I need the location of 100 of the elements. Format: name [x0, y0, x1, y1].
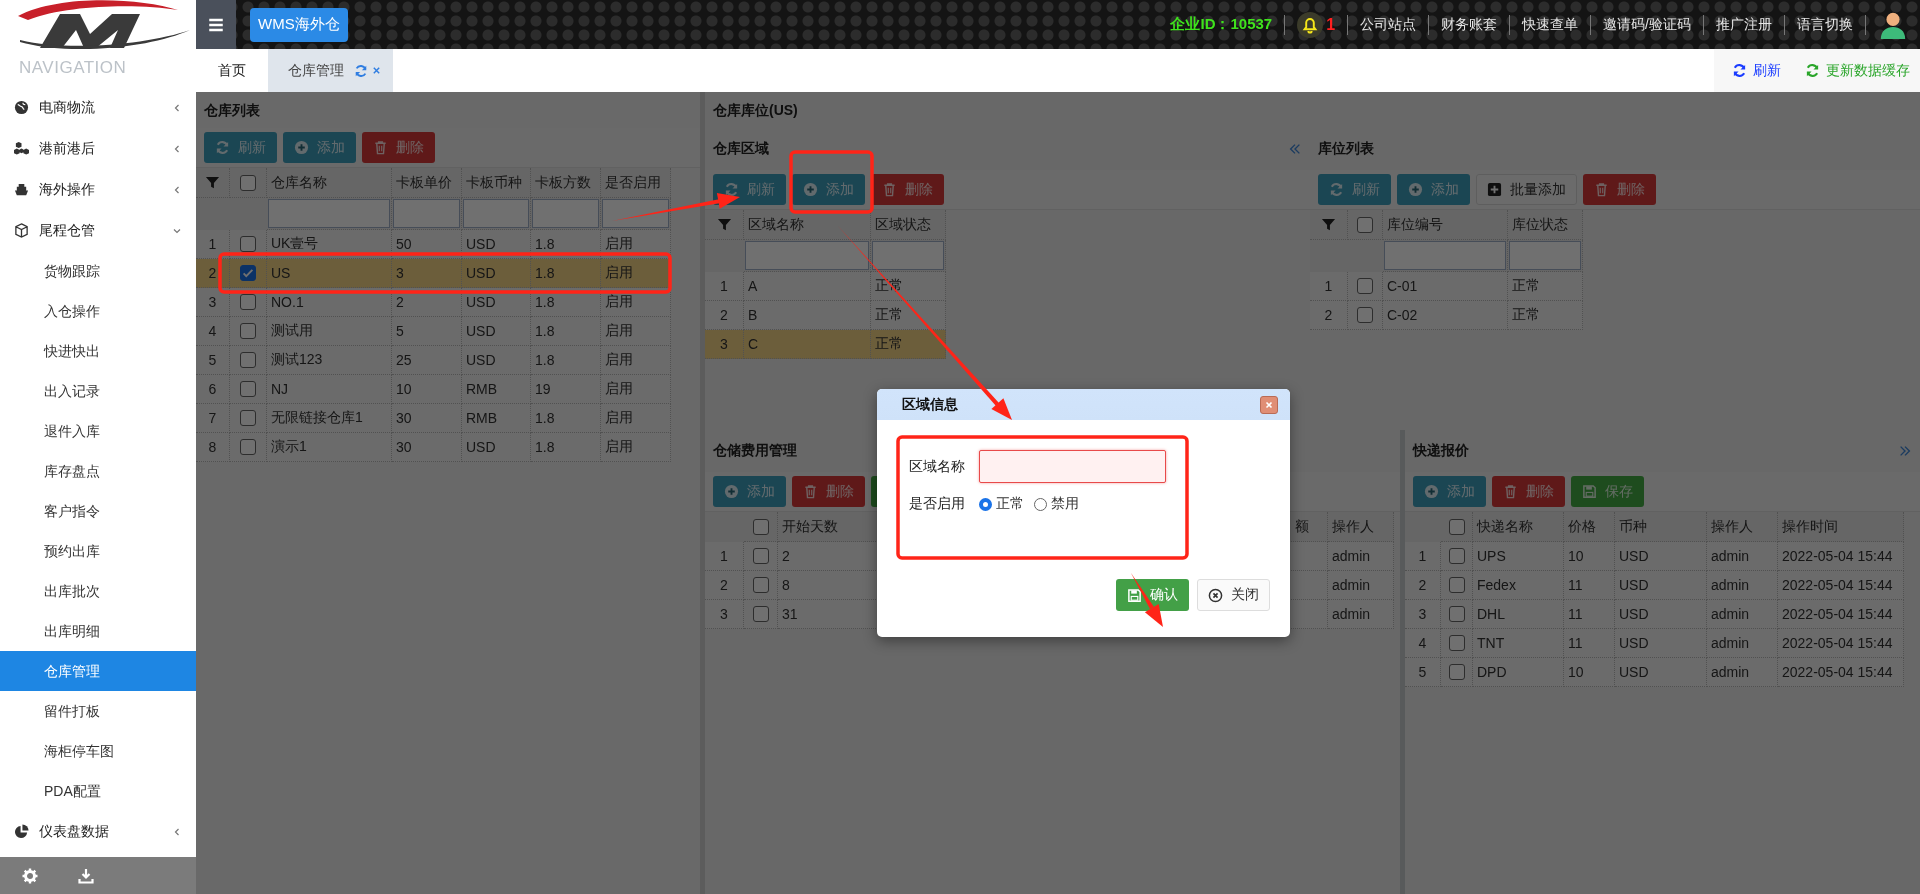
- nav-subitem[interactable]: 入仓操作: [0, 291, 196, 331]
- nav-item[interactable]: 电商物流: [0, 87, 196, 128]
- filter-field[interactable]: [463, 199, 529, 228]
- nav-subitem[interactable]: 快进快出: [0, 331, 196, 371]
- table-row[interactable]: 2 Fedex 11 USD admin 2022-05-04 15:44: [1405, 571, 1904, 600]
- header-link[interactable]: 语言切换: [1797, 15, 1853, 34]
- download-icon[interactable]: [78, 867, 94, 884]
- expand-icon[interactable]: [1898, 444, 1912, 458]
- save-button[interactable]: 保存: [1571, 476, 1644, 507]
- filter-field[interactable]: [602, 199, 669, 228]
- settings-icon[interactable]: [22, 867, 38, 884]
- toolbar-link[interactable]: 刷新: [1732, 61, 1781, 80]
- nav-subitem[interactable]: 留件打板: [0, 691, 196, 731]
- delete-button[interactable]: 删除: [362, 132, 435, 163]
- toolbar-link[interactable]: 更新数据缓存: [1805, 61, 1910, 80]
- add-button[interactable]: 添加: [1397, 174, 1470, 205]
- nav-subitem[interactable]: 预约出库: [0, 531, 196, 571]
- nav-item[interactable]: 尾程仓管: [0, 210, 196, 251]
- nav-subitem[interactable]: 出库批次: [0, 571, 196, 611]
- header-link[interactable]: 推广注册: [1716, 15, 1772, 34]
- filter-field[interactable]: [745, 241, 869, 270]
- tab[interactable]: 仓库管理: [268, 49, 393, 92]
- filter-field[interactable]: [393, 199, 460, 228]
- table-row[interactable]: 6 NJ 10 RMB 19 启用: [196, 375, 671, 404]
- tab[interactable]: 首页: [196, 49, 268, 92]
- nav-item[interactable]: 海外操作: [0, 169, 196, 210]
- filter-icon[interactable]: [1321, 217, 1336, 232]
- refresh-button[interactable]: 刷新: [1318, 174, 1391, 205]
- row-checkbox[interactable]: [1357, 278, 1373, 294]
- radio-label[interactable]: 正常: [996, 495, 1024, 513]
- nav-item[interactable]: 港前港后: [0, 128, 196, 169]
- nav-subitem[interactable]: 出入记录: [0, 371, 196, 411]
- header-link[interactable]: 邀请码/验证码: [1603, 15, 1691, 34]
- confirm-button[interactable]: 确认: [1116, 579, 1189, 611]
- row-checkbox[interactable]: [240, 410, 256, 426]
- radio-button[interactable]: [1034, 497, 1047, 511]
- row-checkbox[interactable]: [240, 236, 256, 252]
- header-link[interactable]: 财务账套: [1441, 15, 1498, 34]
- nav-subitem[interactable]: 出库明细: [0, 611, 196, 651]
- row-checkbox[interactable]: [240, 265, 256, 281]
- select-all-checkbox[interactable]: [752, 518, 769, 535]
- collapse-icon[interactable]: [1288, 142, 1302, 156]
- table-row[interactable]: 7 无限链接仓库1 30 RMB 1.8 启用: [196, 404, 671, 433]
- bell-icon[interactable]: [1297, 11, 1324, 38]
- header-link[interactable]: 快速查单: [1522, 15, 1579, 34]
- brand-button[interactable]: WMS海外仓: [250, 7, 348, 42]
- row-checkbox[interactable]: [240, 439, 256, 455]
- table-row[interactable]: 3 C 正常: [705, 330, 946, 359]
- select-all-checkbox[interactable]: [240, 174, 256, 191]
- delete-button[interactable]: 删除: [792, 476, 865, 507]
- add-button[interactable]: 添加: [713, 476, 786, 507]
- add-button[interactable]: 添加: [792, 174, 865, 205]
- row-checkbox[interactable]: [240, 352, 256, 368]
- nav-subitem[interactable]: 货物跟踪: [0, 251, 196, 291]
- delete-button[interactable]: 删除: [871, 174, 944, 205]
- text-field[interactable]: [979, 450, 1166, 483]
- row-checkbox[interactable]: [1448, 577, 1465, 593]
- table-row[interactable]: 2 C-02 正常: [1310, 301, 1583, 330]
- add-button[interactable]: 添加: [1413, 476, 1486, 507]
- filter-field[interactable]: [1384, 241, 1506, 270]
- row-checkbox[interactable]: [752, 548, 769, 564]
- table-row[interactable]: 4 TNT 11 USD admin 2022-05-04 15:44: [1405, 629, 1904, 658]
- table-row[interactable]: 1 UPS 10 USD admin 2022-05-04 15:44: [1405, 542, 1904, 571]
- table-row[interactable]: 1 C-01 正常: [1310, 272, 1583, 301]
- filter-field[interactable]: [532, 199, 599, 228]
- nav-subitem[interactable]: 仓库管理: [0, 651, 196, 691]
- menu-button[interactable]: [196, 0, 236, 49]
- row-checkbox[interactable]: [1448, 548, 1465, 564]
- close-icon[interactable]: [372, 66, 381, 75]
- select-all-checkbox[interactable]: [1357, 216, 1373, 233]
- filter-field[interactable]: [268, 199, 390, 228]
- nav-item[interactable]: 仪表盘数据: [0, 811, 196, 852]
- row-checkbox[interactable]: [1448, 635, 1465, 651]
- row-checkbox[interactable]: [752, 577, 769, 593]
- table-row[interactable]: 4 测试用 5 USD 1.8 启用: [196, 317, 671, 346]
- table-row[interactable]: 5 DPD 10 USD admin 2022-05-04 15:44: [1405, 658, 1904, 687]
- delete-button[interactable]: 删除: [1492, 476, 1565, 507]
- refresh-icon[interactable]: [354, 63, 368, 78]
- close-button[interactable]: [1260, 395, 1278, 414]
- filter-field[interactable]: [1509, 241, 1581, 270]
- nav-subitem[interactable]: 客户指令: [0, 491, 196, 531]
- radio-button[interactable]: [979, 497, 992, 511]
- row-checkbox[interactable]: [1357, 307, 1373, 323]
- filter-icon[interactable]: [205, 175, 220, 190]
- close-button[interactable]: 关闭: [1197, 579, 1270, 611]
- table-row[interactable]: 3 DHL 11 USD admin 2022-05-04 15:44: [1405, 600, 1904, 629]
- delete-button[interactable]: 删除: [1583, 174, 1656, 205]
- row-checkbox[interactable]: [240, 381, 256, 397]
- nav-subitem[interactable]: 海柜停车图: [0, 731, 196, 771]
- select-all-checkbox[interactable]: [1448, 518, 1465, 535]
- table-row[interactable]: 8 演示1 30 USD 1.8 启用: [196, 433, 671, 462]
- header-link[interactable]: 公司站点: [1360, 15, 1417, 34]
- row-checkbox[interactable]: [1448, 606, 1465, 622]
- add-button[interactable]: 添加: [283, 132, 356, 163]
- nav-subitem[interactable]: PDA配置: [0, 771, 196, 811]
- table-row[interactable]: 2 US 3 USD 1.8 启用: [196, 259, 671, 288]
- row-checkbox[interactable]: [752, 606, 769, 622]
- row-checkbox[interactable]: [240, 323, 256, 339]
- nav-subitem[interactable]: 库存盘点: [0, 451, 196, 491]
- table-row[interactable]: 2 B 正常: [705, 301, 946, 330]
